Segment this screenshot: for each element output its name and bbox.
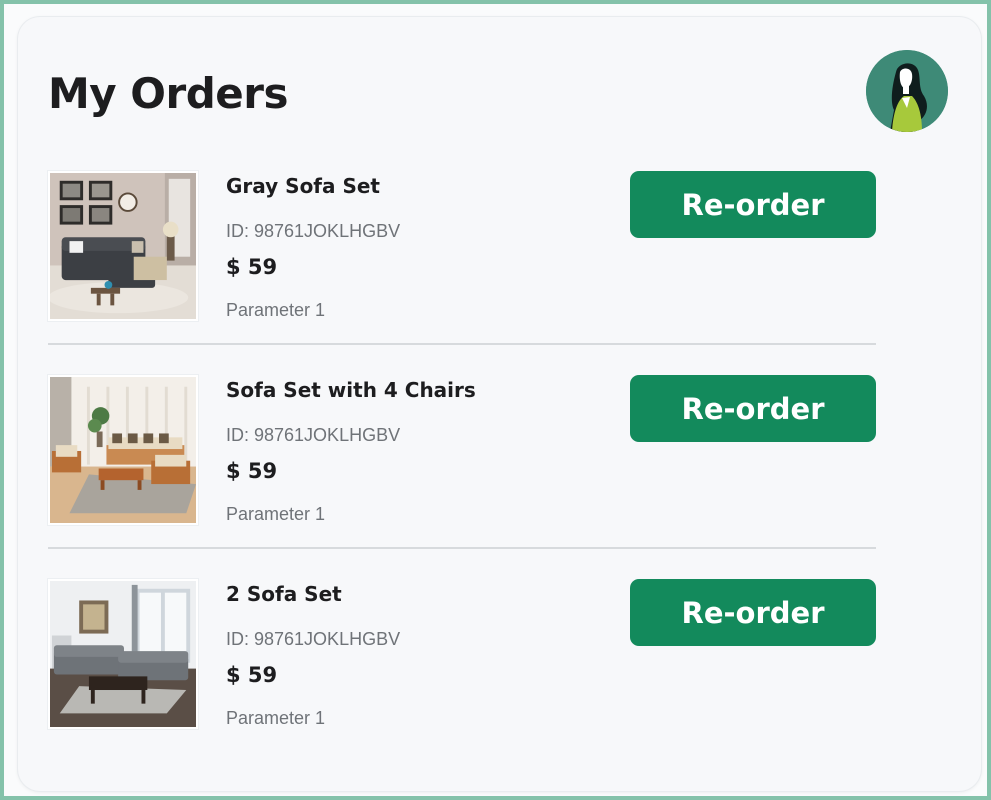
order-id: ID: 98761JOKLHGBV <box>226 221 401 241</box>
product-parameter: Parameter 1 <box>226 708 326 728</box>
product-image[interactable] <box>48 375 198 525</box>
order-details: Gray Sofa Set ID: 98761JOKLHGBV $ 59 Par… <box>226 171 606 325</box>
product-image[interactable] <box>48 171 198 321</box>
user-avatar[interactable] <box>866 50 948 132</box>
product-price: $ 59 <box>226 459 278 483</box>
product-name: 2 Sofa Set <box>226 582 342 606</box>
product-name: Sofa Set with 4 Chairs <box>226 378 476 402</box>
order-item: Gray Sofa Set ID: 98761JOKLHGBV $ 59 Par… <box>48 171 876 325</box>
product-name: Gray Sofa Set <box>226 174 380 198</box>
divider <box>48 547 876 549</box>
order-id: ID: 98761JOKLHGBV <box>226 425 401 445</box>
order-details: 2 Sofa Set ID: 98761JOKLHGBV $ 59 Parame… <box>226 579 606 733</box>
product-price: $ 59 <box>226 255 278 279</box>
divider <box>48 343 876 345</box>
reorder-button[interactable]: Re-order <box>630 171 876 238</box>
woman-avatar-icon <box>866 50 948 132</box>
product-parameter: Parameter 1 <box>226 300 326 320</box>
product-parameter: Parameter 1 <box>226 504 326 524</box>
order-item: Sofa Set with 4 Chairs ID: 98761JOKLHGBV… <box>48 375 876 529</box>
reorder-button[interactable]: Re-order <box>630 579 876 646</box>
order-details: Sofa Set with 4 Chairs ID: 98761JOKLHGBV… <box>226 375 606 529</box>
reorder-button[interactable]: Re-order <box>630 375 876 442</box>
order-id: ID: 98761JOKLHGBV <box>226 629 401 649</box>
page-title: My Orders <box>48 69 288 118</box>
order-item: 2 Sofa Set ID: 98761JOKLHGBV $ 59 Parame… <box>48 579 876 733</box>
product-image[interactable] <box>48 579 198 729</box>
product-price: $ 59 <box>226 663 278 687</box>
